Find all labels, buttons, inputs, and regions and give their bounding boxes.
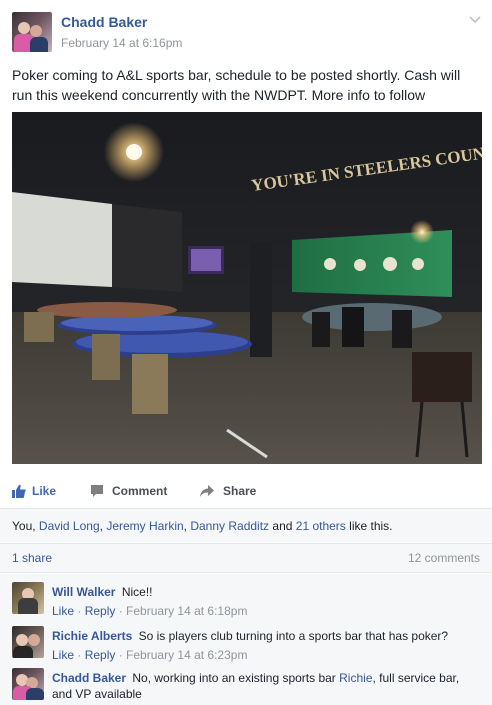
share-icon xyxy=(200,485,214,497)
comment-body: Will Walker Nice!! xyxy=(52,584,482,600)
share-button[interactable]: Share xyxy=(199,475,256,507)
share-count-link[interactable]: 1 share xyxy=(12,544,52,572)
chevron-down-icon[interactable] xyxy=(468,12,482,26)
comment-like-link[interactable]: Like xyxy=(52,648,74,662)
commenter-name[interactable]: Richie Alberts xyxy=(52,629,132,643)
author-avatar[interactable] xyxy=(12,12,52,52)
post-photo[interactable]: YOU'RE IN STEELERS COUNTRY xyxy=(12,112,482,464)
commenter-name[interactable]: Chadd Baker xyxy=(52,671,126,685)
comment-body: Richie Alberts So is players club turnin… xyxy=(52,628,482,644)
comment-like-link[interactable]: Like xyxy=(52,604,74,618)
comment-reply-link[interactable]: Reply xyxy=(85,604,116,618)
share-label: Share xyxy=(223,484,257,498)
shares-bar: 1 share 12 comments xyxy=(0,543,492,573)
likes-prefix: You, xyxy=(12,519,39,533)
commenter-avatar[interactable] xyxy=(12,626,44,658)
likes-others-link[interactable]: 21 others xyxy=(296,519,346,533)
post-timestamp[interactable]: February 14 at 6:16pm xyxy=(61,36,182,50)
commenter-name[interactable]: Will Walker xyxy=(52,585,115,599)
like-button[interactable]: Like xyxy=(12,475,56,507)
comment-meta: Like · Reply · February 14 at 6:23pm xyxy=(52,648,248,662)
comment-icon xyxy=(91,485,103,497)
comment-timestamp[interactable]: February 14 at 6:18pm xyxy=(126,604,247,618)
comment-button[interactable]: Comment xyxy=(90,475,492,507)
liker-name[interactable]: Danny Radditz xyxy=(190,519,269,533)
comment-timestamp[interactable]: February 14 at 6:23pm xyxy=(126,648,247,662)
post-actions: Like Comment Share xyxy=(0,475,492,507)
comment-body: Chadd Baker No, working into an existing… xyxy=(52,670,482,702)
comment-text: Nice!! xyxy=(121,585,153,599)
comment-count-link[interactable]: 12 comments xyxy=(408,544,480,572)
comment-text: No, working into an existing sports bar xyxy=(132,671,340,685)
comment-label: Comment xyxy=(112,484,168,498)
post-header: Chadd Baker February 14 at 6:16pm xyxy=(0,0,492,60)
liker-name[interactable]: David Long xyxy=(39,519,100,533)
post-author-name[interactable]: Chadd Baker xyxy=(61,14,147,30)
comment-text: So is players club turning into a sports… xyxy=(138,629,449,643)
thumbs-up-icon xyxy=(12,484,26,498)
comment-meta: Like · Reply · February 14 at 6:18pm xyxy=(52,604,248,618)
liker-name[interactable]: Jeremy Harkin xyxy=(106,519,183,533)
likes-and: and xyxy=(269,519,296,533)
comment-reply-link[interactable]: Reply xyxy=(85,648,116,662)
post-text: Poker coming to A&L sports bar, schedule… xyxy=(12,67,461,103)
likes-suffix: like this. xyxy=(345,519,393,533)
commenter-avatar[interactable] xyxy=(12,668,44,700)
comment-mention[interactable]: Richie xyxy=(339,671,372,685)
commenter-avatar[interactable] xyxy=(12,582,44,614)
like-label: Like xyxy=(32,484,57,498)
comments-section: Will Walker Nice!! Like · Reply · Februa… xyxy=(0,574,492,705)
likes-summary: You, David Long, Jeremy Harkin, Danny Ra… xyxy=(0,508,492,542)
